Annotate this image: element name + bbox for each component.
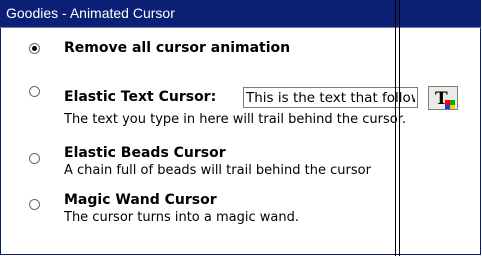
- title-separator: [0, 27, 481, 28]
- cursor-trail-line: [399, 0, 400, 256]
- radio-elastic-text[interactable]: [29, 86, 40, 97]
- font-picker-button[interactable]: T: [428, 86, 458, 110]
- option-magic-wand-label[interactable]: Magic Wand Cursor: [64, 192, 217, 208]
- radio-magic-wand[interactable]: [29, 199, 40, 210]
- option-elastic-beads-description: A chain full of beads will trail behind …: [64, 163, 371, 178]
- elastic-text-input[interactable]: [243, 87, 418, 108]
- option-magic-wand-description: The cursor turns into a magic wand.: [64, 210, 299, 225]
- radio-elastic-beads[interactable]: [29, 153, 40, 164]
- cursor-trail-line: [395, 0, 396, 256]
- option-remove-animation-label[interactable]: Remove all cursor animation: [64, 40, 290, 56]
- radio-remove-animation[interactable]: [29, 43, 40, 54]
- option-elastic-beads-label[interactable]: Elastic Beads Cursor: [64, 145, 226, 161]
- option-elastic-text-label[interactable]: Elastic Text Cursor:: [64, 89, 216, 105]
- option-elastic-text-description: The text you type in here will trail beh…: [64, 112, 406, 127]
- panel-title: Goodies - Animated Cursor: [0, 0, 481, 27]
